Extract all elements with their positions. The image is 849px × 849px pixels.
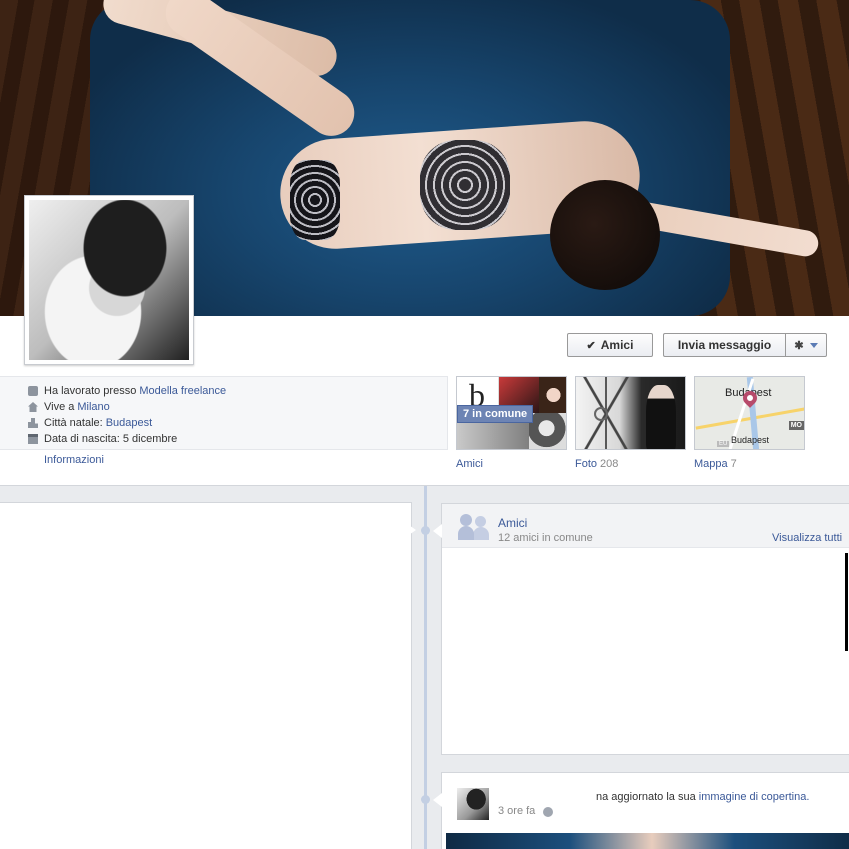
photo-person xyxy=(646,385,676,449)
friends-card-subtitle: 12 amici in comune xyxy=(498,532,593,544)
map-thumbnail-label[interactable]: Mappa xyxy=(694,458,728,470)
cover-figure-top xyxy=(420,140,510,230)
timeline-dot xyxy=(421,795,430,804)
profile-picture-image xyxy=(29,200,189,360)
post-cover-image[interactable] xyxy=(446,833,849,849)
cover-figure-hair xyxy=(550,180,660,290)
send-message-label: Invia messaggio xyxy=(677,338,772,352)
friends-button-label: Amici xyxy=(600,338,634,352)
check-icon: ✔ xyxy=(586,339,596,352)
calendar-icon xyxy=(28,434,38,444)
about-work-label: Ha lavorato presso xyxy=(44,385,137,397)
photos-thumbnail-caption: Foto 208 xyxy=(575,458,618,470)
friends-card-title[interactable]: Amici xyxy=(498,516,527,530)
about-lives-label: Vive a xyxy=(44,401,75,413)
about-lives-link[interactable]: Milano xyxy=(77,401,109,413)
briefcase-icon xyxy=(28,386,38,396)
map-road-tag: MO xyxy=(788,421,804,430)
friends-thumbnail[interactable]: b 7 in comune xyxy=(456,376,567,450)
about-birthday: Data di nascita: 5 dicembre xyxy=(28,431,177,447)
map-road-tag: EU xyxy=(717,441,730,447)
friend-photo xyxy=(529,413,566,449)
cover-figure-brief xyxy=(290,160,340,240)
about-summary: Ha lavorato presso Modella freelance Viv… xyxy=(0,376,448,450)
post-story-text: na aggiornato la sua xyxy=(596,791,696,803)
friend-photo xyxy=(539,377,566,413)
post-timestamp[interactable]: 3 ore fa xyxy=(498,805,535,817)
about-work: Ha lavorato presso Modella freelance xyxy=(28,383,226,399)
photos-thumbnail[interactable] xyxy=(575,376,686,450)
about-more-link[interactable]: Informazioni xyxy=(44,454,104,466)
scrollbar-thumb[interactable] xyxy=(845,553,848,651)
gear-icon: ✱ xyxy=(794,339,804,352)
photos-thumbnail-label[interactable]: Foto xyxy=(575,458,597,470)
caret-down-icon xyxy=(809,342,818,348)
friends-card-header: Amici 12 amici in comune Visualizza tutt… xyxy=(442,504,849,548)
map-thumbnail[interactable]: Budapest Budapest MO EU xyxy=(694,376,805,450)
profile-picture[interactable] xyxy=(24,195,194,365)
photo-chair-ring xyxy=(594,407,608,421)
cover-update-post: na aggiornato la sua immagine di coperti… xyxy=(441,772,849,849)
map-count: 7 xyxy=(730,458,737,470)
timeline-left-column xyxy=(0,502,412,849)
about-hometown-label: Città natale: xyxy=(44,417,103,429)
about-hometown-link[interactable]: Budapest xyxy=(106,417,152,429)
city-icon xyxy=(28,418,38,428)
friends-icon xyxy=(458,514,490,540)
mutual-friends-badge: 7 in comune xyxy=(457,405,534,423)
avatar[interactable] xyxy=(457,788,489,820)
photos-count: 208 xyxy=(600,458,619,470)
cover-photo-link[interactable]: immagine di copertina. xyxy=(699,791,810,803)
friends-card: Amici 12 amici in comune Visualizza tutt… xyxy=(441,503,849,755)
map-city-label: Budapest xyxy=(731,435,770,445)
about-lives: Vive a Milano xyxy=(28,399,110,415)
globe-icon[interactable] xyxy=(543,807,553,817)
timeline-dot xyxy=(421,526,430,535)
map-thumbnail-caption: Mappa 7 xyxy=(694,458,737,470)
about-work-link[interactable]: Modella freelance xyxy=(139,385,226,397)
home-icon xyxy=(28,402,38,412)
about-birthday-text: Data di nascita: 5 dicembre xyxy=(44,433,178,445)
profile-page: ✔ Amici Invia messaggio ✱ Ha lavorato pr… xyxy=(0,0,849,849)
post-story: na aggiornato la sua immagine di coperti… xyxy=(596,791,809,803)
see-all-friends-link[interactable]: Visualizza tutti xyxy=(772,532,842,544)
about-hometown: Città natale: Budapest xyxy=(28,415,152,431)
timeline-pointer xyxy=(433,793,442,807)
friends-button[interactable]: ✔ Amici xyxy=(567,333,653,357)
timeline-pointer xyxy=(433,524,442,538)
settings-dropdown-button[interactable]: ✱ xyxy=(785,333,827,357)
friends-thumbnail-label[interactable]: Amici xyxy=(456,458,483,470)
send-message-button[interactable]: Invia messaggio xyxy=(663,333,785,357)
